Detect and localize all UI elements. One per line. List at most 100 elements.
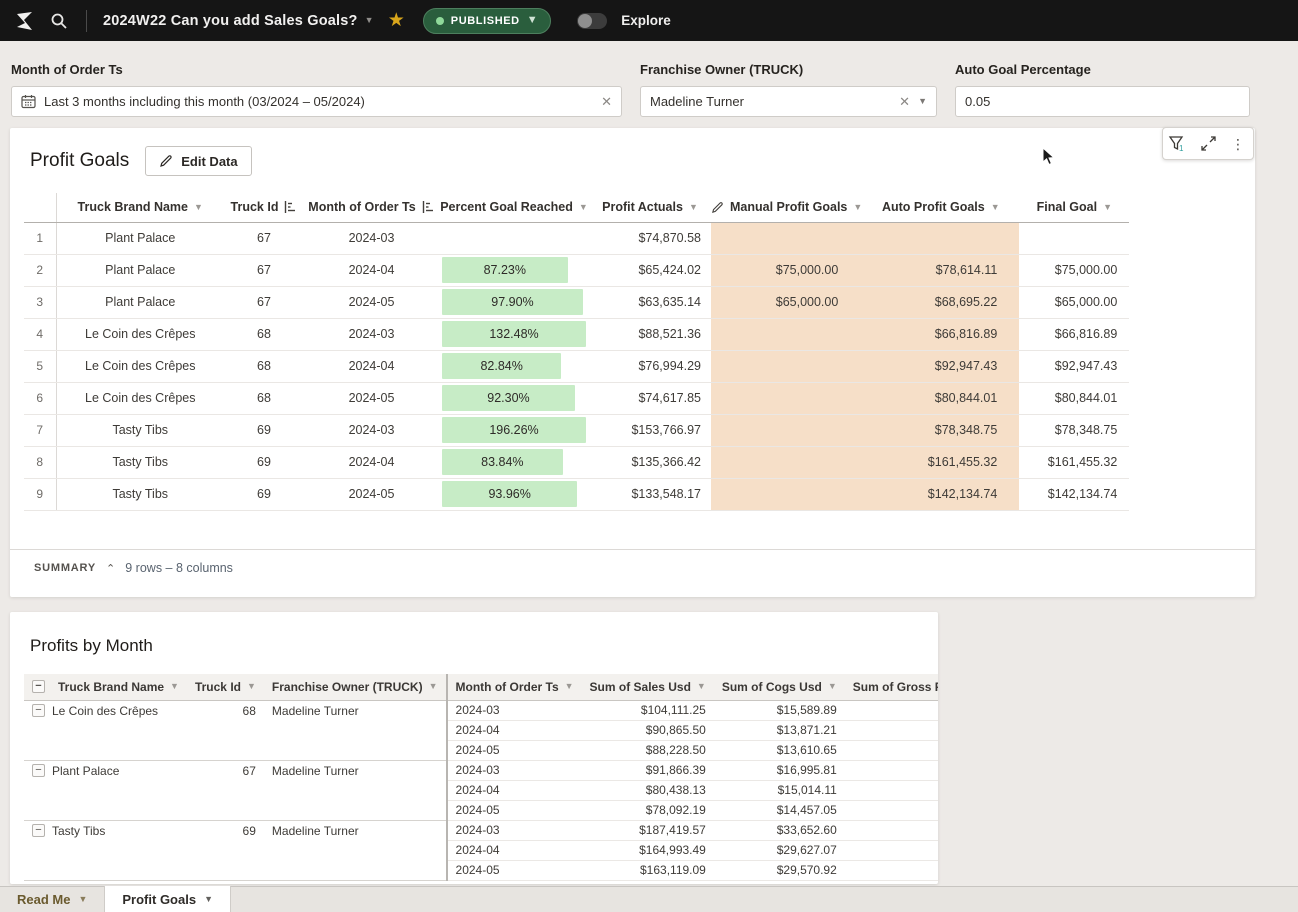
cell-profit-actuals: $88,521.36 (589, 318, 711, 350)
col-header-0[interactable]: −Truck Brand Name▼ (24, 674, 187, 700)
cell-final-goal: $161,455.32 (1019, 446, 1129, 478)
row-number: 6 (24, 382, 56, 414)
col-header-4[interactable]: Percent Goal Reached▼ (439, 193, 589, 222)
column-label: Month of Order Ts (456, 680, 559, 694)
clear-filter-icon[interactable]: ✕ (899, 94, 910, 110)
chevron-down-icon: ▼ (689, 203, 698, 212)
col-header-7[interactable]: Auto Profit Goals▼ (862, 193, 1019, 222)
cell-month: 2024-03 (304, 318, 439, 350)
cell-manual-profit-goal[interactable] (711, 222, 862, 254)
cell-manual-profit-goal[interactable] (711, 382, 862, 414)
cell-truck-id: 67 (224, 286, 304, 318)
column-label: Sum of Gross Profit Usd (853, 680, 938, 694)
cell-manual-profit-goal[interactable]: $75,000.00 (711, 254, 862, 286)
cell-final-goal: $65,000.00 (1019, 286, 1129, 318)
kebab-menu-icon[interactable]: ⋮ (1226, 132, 1250, 156)
cell-month: 2024-05 (304, 478, 439, 510)
cell-sum-cogs: $13,610.65 (714, 740, 845, 760)
clear-filter-icon[interactable]: ✕ (601, 94, 612, 110)
cell-manual-profit-goal[interactable] (711, 478, 862, 510)
cell-manual-profit-goal[interactable] (711, 350, 862, 382)
cell-final-goal: $142,134.74 (1019, 478, 1129, 510)
cell-truck-id: 67 (187, 760, 264, 820)
chevron-down-icon: ▼ (991, 203, 1000, 212)
workbook-title-menu[interactable]: 2024W22 Can you add Sales Goals? ▼ (103, 13, 374, 29)
cell-month: 2024-03 (447, 760, 582, 780)
edit-data-button[interactable]: Edit Data (145, 146, 251, 176)
col-header-5[interactable]: Profit Actuals▼ (589, 193, 711, 222)
cell-sum-sales: $91,866.39 (582, 760, 714, 780)
element-toolbar: 1 ⋮ (1162, 127, 1254, 160)
column-label: Manual Profit Goals (730, 200, 847, 214)
chevron-down-icon: ▼ (365, 16, 374, 25)
filter-label: Auto Goal Percentage (955, 62, 1250, 77)
explore-toggle[interactable] (577, 13, 607, 29)
col-header-4[interactable]: Sum of Sales Usd▼ (582, 674, 714, 700)
cell-profit-actuals: $76,994.29 (589, 350, 711, 382)
col-header-6[interactable]: Manual Profit Goals▼ (711, 193, 862, 222)
filter-franchise-owner: Franchise Owner (TRUCK) Madeline Turner … (640, 62, 937, 117)
mouse-cursor (1042, 147, 1056, 167)
expand-maximize-icon[interactable] (1196, 132, 1220, 156)
cell-final-goal: $66,816.89 (1019, 318, 1129, 350)
column-label: Franchise Owner (TRUCK) (272, 680, 423, 694)
cell-sum-sales: $80,438.13 (582, 780, 714, 800)
col-header-5[interactable]: Sum of Cogs Usd▼ (714, 674, 845, 700)
chevron-down-icon: ▼ (565, 682, 574, 691)
collapse-group-icon[interactable]: − (32, 764, 45, 777)
col-header-2[interactable]: Franchise Owner (TRUCK)▼ (264, 674, 447, 700)
col-header-1[interactable]: Truck Brand Name▼ (56, 193, 224, 222)
col-header-8[interactable]: Final Goal▼ (1019, 193, 1129, 222)
cell-sum-sales: $90,865.50 (582, 720, 714, 740)
favorite-star-icon[interactable]: ★ (388, 11, 405, 30)
col-header-2[interactable]: Truck Id (224, 193, 304, 222)
cell-truck-brand: Tasty Tibs (56, 446, 224, 478)
collapse-chevron-icon[interactable]: ⌃ (106, 562, 115, 575)
chevron-down-icon: ▼ (527, 15, 539, 26)
cell-sum-gross-profit: $65,424 (845, 780, 938, 800)
cell-sum-cogs: $16,995.81 (714, 760, 845, 780)
cell-sum-gross-profit: $76,994 (845, 720, 938, 740)
cell-sum-gross-profit: $88,521 (845, 700, 938, 720)
cell-manual-profit-goal[interactable] (711, 446, 862, 478)
page-tabbar: Read Me ▼ Profit Goals ▼ (0, 886, 1298, 912)
col-header-3[interactable]: Month of Order Ts (304, 193, 439, 222)
element-title: Profits by Month (30, 636, 153, 656)
table-row: 3Plant Palace672024-0597.90%$63,635.14$6… (24, 286, 1129, 318)
row-number: 1 (24, 222, 56, 254)
cell-month: 2024-05 (447, 740, 582, 760)
col-header-1[interactable]: Truck Id▼ (187, 674, 264, 700)
date-filter-input[interactable]: Last 3 months including this month (03/2… (11, 86, 622, 117)
cell-month: 2024-04 (304, 350, 439, 382)
cell-manual-profit-goal[interactable] (711, 414, 862, 446)
goal-percentage-input[interactable]: 0.05 (955, 86, 1250, 117)
cell-month: 2024-05 (447, 800, 582, 820)
col-header-6[interactable]: Sum of Gross Profit Usd▼ (845, 674, 938, 700)
collapse-all-icon[interactable]: − (32, 680, 45, 693)
svg-text:1: 1 (1179, 144, 1184, 153)
filter-month-of-order-ts: Month of Order Ts Last 3 months includin… (11, 62, 622, 117)
tab-read-me[interactable]: Read Me ▼ (0, 887, 104, 912)
col-header-3[interactable]: Month of Order Ts ▼ (447, 674, 582, 700)
cell-manual-profit-goal[interactable] (711, 318, 862, 350)
row-number: 2 (24, 254, 56, 286)
filter-funnel-icon[interactable]: 1 (1166, 132, 1190, 156)
column-label: Truck Id (231, 200, 279, 214)
tab-profit-goals[interactable]: Profit Goals ▼ (104, 886, 231, 912)
owner-filter-select[interactable]: Madeline Turner ✕ ▼ (640, 86, 937, 117)
collapse-group-icon[interactable]: − (32, 704, 45, 717)
cell-sum-cogs: $13,871.21 (714, 720, 845, 740)
cell-profit-actuals: $74,870.58 (589, 222, 711, 254)
sigma-logo-icon[interactable] (14, 10, 36, 32)
search-icon[interactable] (48, 10, 70, 32)
cell-franchise-owner: Madeline Turner (264, 820, 447, 880)
cell-manual-profit-goal[interactable]: $65,000.00 (711, 286, 862, 318)
table-row: 9Tasty Tibs692024-0593.96%$133,548.17$14… (24, 478, 1129, 510)
cell-auto-profit-goal: $68,695.22 (862, 286, 1019, 318)
column-label: Sum of Sales Usd (590, 680, 691, 694)
published-status-badge[interactable]: PUBLISHED ▼ (423, 8, 551, 34)
collapse-group-icon[interactable]: − (32, 824, 45, 837)
chevron-down-icon: ▼ (204, 895, 213, 904)
cell-percent-goal: 83.84% (439, 446, 589, 478)
calendar-icon (21, 94, 36, 109)
